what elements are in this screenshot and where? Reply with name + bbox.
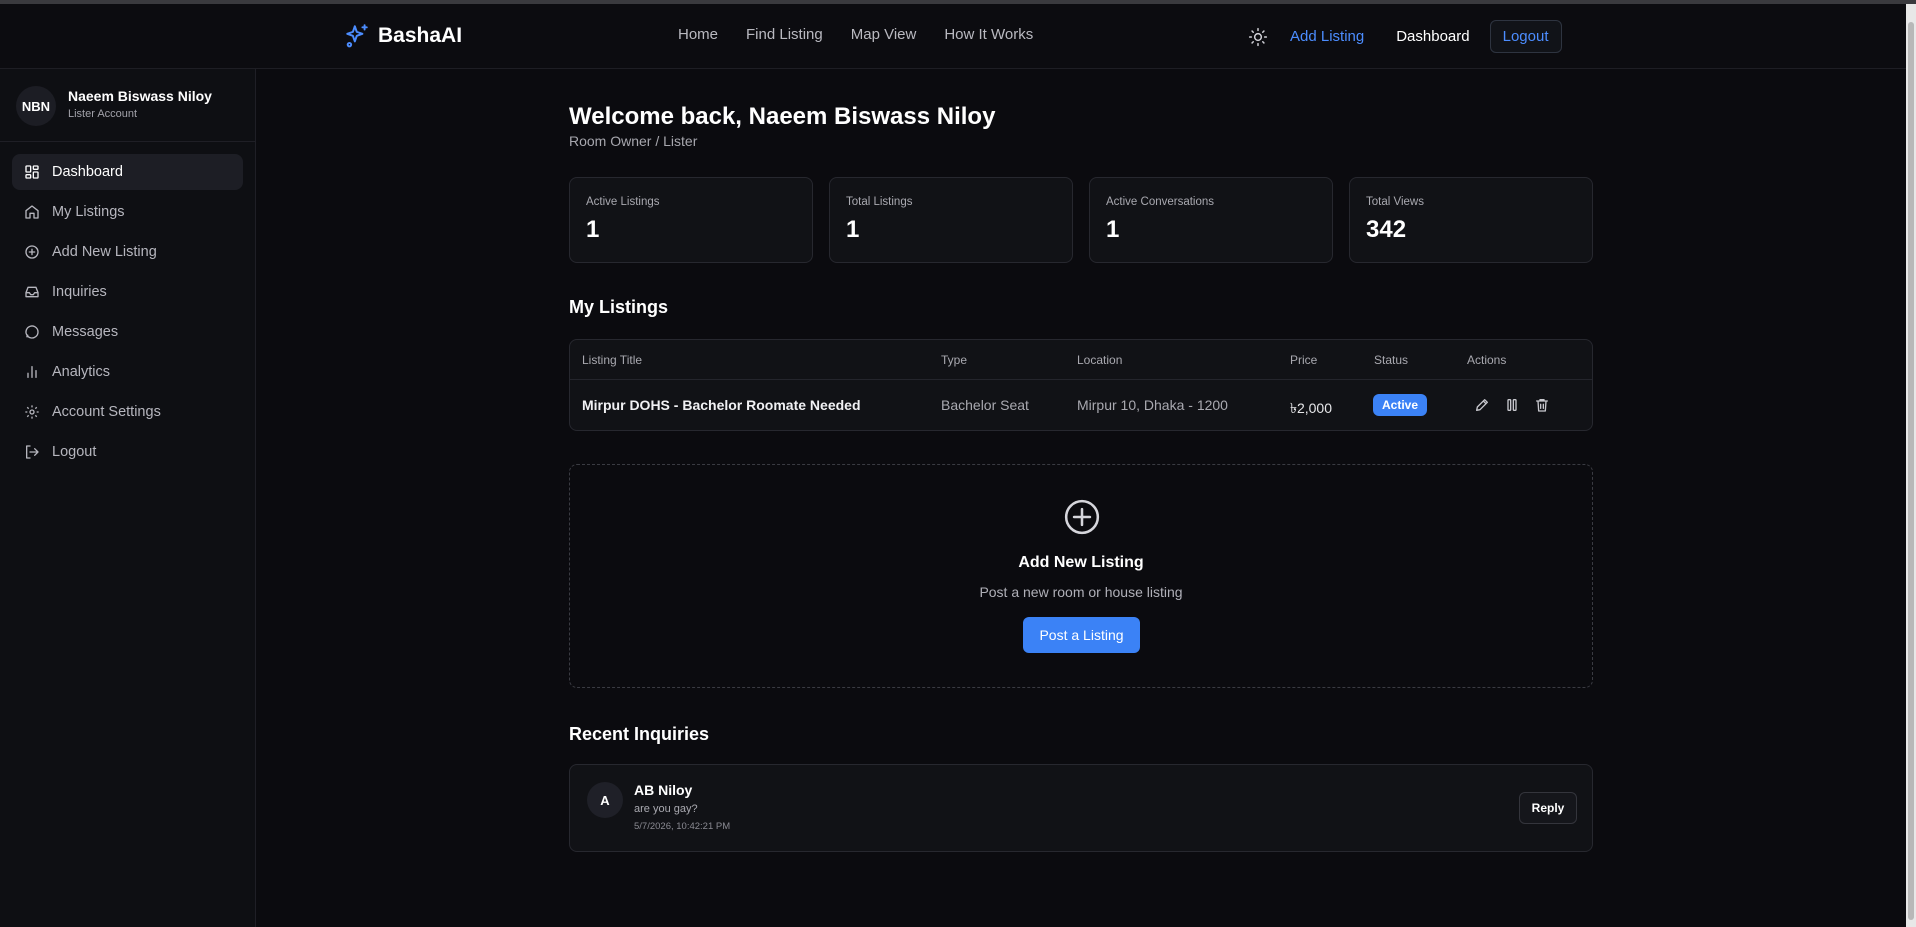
scrollbar-thumb[interactable] [1908, 22, 1914, 920]
column-header-location: Location [1077, 353, 1123, 367]
header-actions: Add Listing Dashboard Logout [1248, 20, 1562, 53]
stats-row: Active Listings 1 Total Listings 1 Activ… [569, 177, 1593, 263]
top-navbar: BashaAI Home Find Listing Map View How I… [0, 4, 1906, 69]
nav-how-it-works[interactable]: How It Works [944, 26, 1033, 43]
add-listing-card: Add New Listing Post a new room or house… [569, 464, 1593, 688]
main-nav: Home Find Listing Map View How It Works [678, 26, 1033, 43]
profile-name: Naeem Biswass Niloy [68, 88, 212, 104]
inquiry-item: A AB Niloy are you gay? 5/7/2026, 10:42:… [569, 764, 1593, 852]
stat-card-total-views: Total Views 342 [1349, 177, 1593, 263]
sidebar-item-messages[interactable]: Messages [12, 314, 243, 350]
sidebar-item-label: Dashboard [52, 164, 123, 180]
sidebar-item-logout[interactable]: Logout [12, 434, 243, 470]
inquiry-timestamp: 5/7/2026, 10:42:21 PM [634, 821, 731, 832]
plus-circle-icon [1064, 499, 1100, 535]
listing-title[interactable]: Mirpur DOHS - Bachelor Roomate Needed [582, 397, 861, 413]
message-icon [25, 325, 39, 339]
sidebar-item-my-listings[interactable]: My Listings [12, 194, 243, 230]
brand-name: BashaAI [378, 24, 463, 47]
sidebar-item-account-settings[interactable]: Account Settings [12, 394, 243, 430]
stat-value: 342 [1366, 216, 1407, 243]
add-listing-subtitle: Post a new room or house listing [979, 584, 1183, 600]
stat-card-active-listings: Active Listings 1 [569, 177, 813, 263]
inbox-icon [25, 286, 39, 298]
my-listings-heading: My Listings [569, 297, 669, 317]
dashboard-link[interactable]: Dashboard [1396, 28, 1469, 45]
sparkles-icon [346, 24, 368, 48]
post-listing-button[interactable]: Post a Listing [1023, 617, 1140, 653]
profile-card: NBN Naeem Biswass Niloy Lister Account [0, 69, 255, 142]
table-header: Listing Title Type Location Price Status… [570, 340, 1592, 380]
listing-type: Bachelor Seat [941, 397, 1029, 413]
listings-table: Listing Title Type Location Price Status… [569, 339, 1593, 431]
sidebar-item-add-new-listing[interactable]: Add New Listing [12, 234, 243, 270]
logout-icon [26, 445, 39, 459]
status-badge: Active [1373, 394, 1428, 416]
add-listing-title: Add New Listing [1018, 554, 1144, 571]
stat-label: Total Listings [846, 196, 913, 208]
stat-card-total-listings: Total Listings 1 [829, 177, 1073, 263]
dashboard-icon [25, 165, 39, 179]
inquiry-sender: AB Niloy [634, 782, 693, 798]
recent-inquiries-heading: Recent Inquiries [569, 724, 710, 744]
table-row[interactable]: Mirpur DOHS - Bachelor Roomate Needed Ba… [570, 380, 1592, 430]
stat-card-active-conversations: Active Conversations 1 [1089, 177, 1333, 263]
inquiry-message: are you gay? [634, 803, 698, 815]
sun-icon[interactable] [1248, 27, 1268, 47]
stat-value: 1 [846, 216, 860, 243]
stat-value: 1 [586, 216, 600, 243]
stat-value: 1 [1106, 216, 1120, 243]
pause-icon[interactable] [1504, 397, 1520, 413]
sidebar-item-analytics[interactable]: Analytics [12, 354, 243, 390]
sidebar-menu: Dashboard My Listings Add New Listing In… [12, 154, 243, 474]
column-header-price: Price [1290, 353, 1318, 367]
avatar: NBN [16, 86, 56, 126]
column-header-status: Status [1374, 353, 1409, 367]
stat-label: Total Views [1366, 196, 1424, 208]
nav-map-view[interactable]: Map View [851, 26, 917, 43]
bar-chart-icon [27, 366, 37, 378]
nav-find-listing[interactable]: Find Listing [746, 26, 823, 43]
gear-icon [25, 405, 39, 419]
column-header-title: Listing Title [582, 353, 643, 367]
logout-button[interactable]: Logout [1489, 20, 1562, 53]
sidebar-item-label: Account Settings [52, 404, 161, 420]
page-title: Welcome back, Naeem Biswass Niloy [569, 103, 996, 130]
listing-price: ৳2,000 [1290, 400, 1333, 416]
page-subtitle: Room Owner / Lister [569, 133, 698, 149]
sidebar-item-label: Logout [52, 444, 97, 460]
sidebar-item-dashboard[interactable]: Dashboard [12, 154, 243, 190]
trash-icon[interactable] [1534, 397, 1550, 413]
edit-icon[interactable] [1474, 397, 1490, 413]
column-header-actions: Actions [1467, 353, 1507, 367]
sidebar-item-label: Analytics [52, 364, 111, 380]
nav-home[interactable]: Home [678, 26, 718, 43]
column-header-type: Type [941, 353, 968, 367]
sidebar: NBN Naeem Biswass Niloy Lister Account D… [0, 69, 256, 927]
sidebar-item-inquiries[interactable]: Inquiries [12, 274, 243, 310]
listing-location: Mirpur 10, Dhaka - 1200 [1077, 397, 1228, 413]
home-icon [25, 205, 39, 219]
sidebar-item-label: Messages [52, 324, 119, 340]
stat-label: Active Conversations [1106, 196, 1215, 208]
avatar: A [587, 782, 623, 818]
brand-logo[interactable]: BashaAI [344, 23, 462, 49]
profile-role: Lister Account [68, 108, 138, 120]
add-listing-link[interactable]: Add Listing [1290, 28, 1364, 45]
sidebar-item-label: My Listings [52, 204, 125, 220]
stat-label: Active Listings [586, 196, 660, 208]
sidebar-item-label: Add New Listing [52, 244, 157, 260]
reply-button[interactable]: Reply [1519, 792, 1577, 824]
sidebar-item-label: Inquiries [52, 284, 107, 300]
plus-circle-icon [25, 245, 39, 259]
